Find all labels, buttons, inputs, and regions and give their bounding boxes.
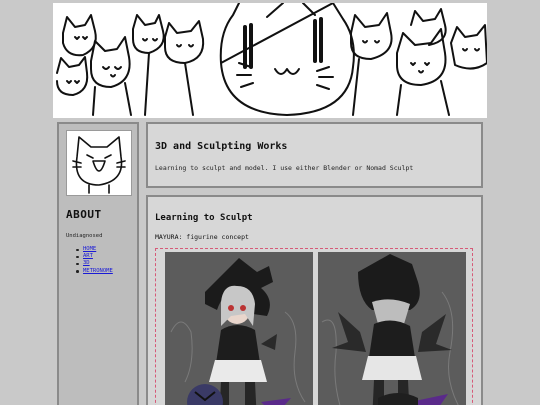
section-title: Learning to Sculpt [155, 213, 253, 223]
nav-item-3d: 3D [73, 260, 113, 267]
image-gallery [155, 248, 473, 405]
nav-link-3d[interactable]: 3D [83, 260, 90, 266]
figurine-front-render [165, 252, 313, 405]
intro-panel: 3D and Sculpting Works Learning to sculp… [146, 122, 483, 188]
about-subheading: Undiagnosed [66, 233, 103, 239]
avatar [66, 130, 132, 196]
content-panel: Learning to Sculpt MAYURA: figurine conc… [146, 195, 483, 405]
nav-link-metronome[interactable]: METRONOME [83, 268, 113, 274]
nav-item-metronome: METRONOME [73, 268, 113, 275]
screaming-cat-icon [72, 136, 126, 194]
figurine-back-image[interactable] [318, 252, 466, 405]
page-description: Learning to sculpt and model. I use eith… [155, 164, 414, 172]
nav-link-art[interactable]: ART [83, 253, 93, 259]
header-banner [53, 3, 487, 118]
nav-item-home: HOME [73, 246, 113, 253]
about-heading: ABOUT [66, 208, 102, 221]
page-title: 3D and Sculpting Works [155, 141, 288, 152]
figurine-back-render [318, 252, 466, 405]
sidebar: ABOUT Undiagnosed HOME ART 3D METRONOME [57, 122, 139, 405]
cat-doodles-illustration [56, 3, 487, 116]
nav-link-home[interactable]: HOME [83, 246, 96, 252]
section-caption: MAYURA: figurine concept [155, 233, 249, 241]
nav-item-art: ART [73, 253, 113, 260]
nav-list: HOME ART 3D METRONOME [73, 246, 113, 275]
figurine-front-image[interactable] [165, 252, 313, 405]
